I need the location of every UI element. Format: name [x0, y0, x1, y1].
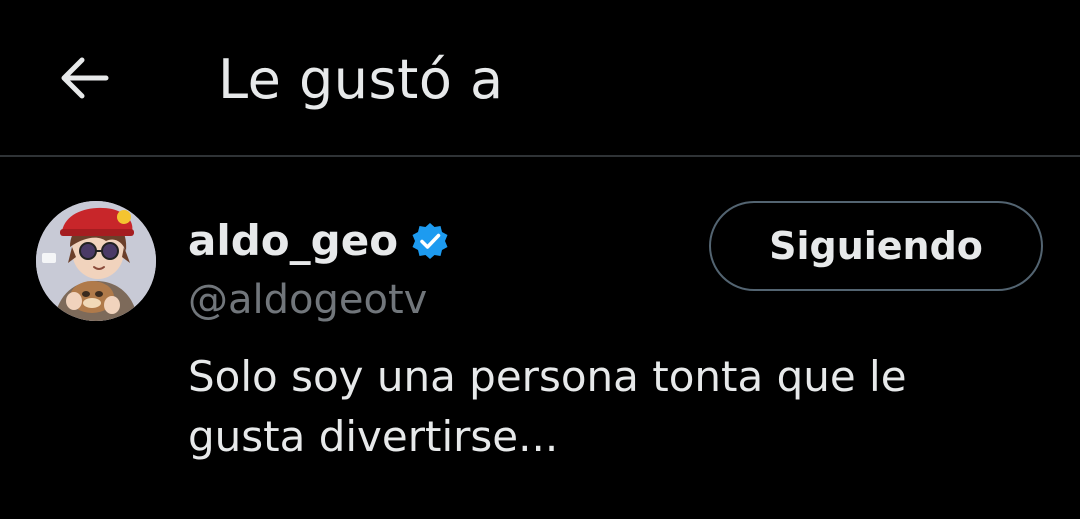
name-line: aldo_geo	[188, 215, 450, 267]
verified-badge-icon	[412, 223, 448, 259]
arrow-left-icon	[61, 57, 109, 99]
user-cell[interactable]: aldo_geo @aldogeotv Solo soy una persona…	[0, 157, 1080, 519]
top-bar: Le gustó a	[0, 0, 1080, 157]
liked-by-screen: Le gustó a aldo_geo @aldogeotv Solo soy …	[0, 0, 1080, 519]
avatar-image	[36, 201, 156, 321]
following-button[interactable]: Siguiendo	[709, 201, 1043, 291]
user-handle: @aldogeotv	[188, 277, 428, 323]
display-name[interactable]: aldo_geo	[188, 215, 398, 267]
back-button[interactable]	[50, 44, 118, 112]
page-title: Le gustó a	[218, 48, 504, 111]
user-bio: Solo soy una persona tonta que le gusta …	[188, 352, 907, 461]
avatar[interactable]	[36, 201, 156, 321]
